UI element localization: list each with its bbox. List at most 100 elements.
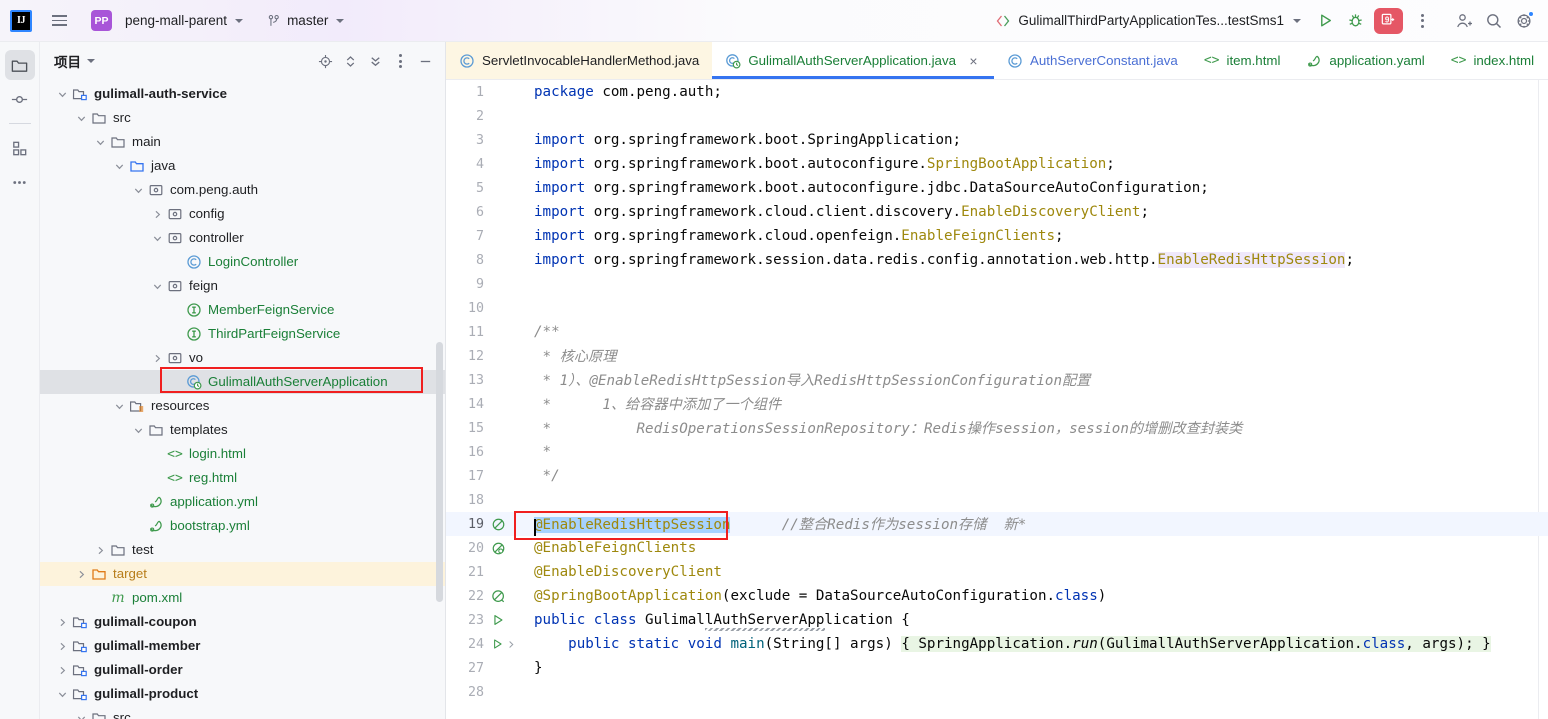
gutter-line-28[interactable]: 28 [446, 680, 520, 704]
gutter-line-11[interactable]: 11 [446, 320, 520, 344]
chevron-down-icon[interactable] [133, 425, 144, 436]
chevron-right-icon[interactable] [152, 209, 163, 220]
tree-twisty[interactable] [130, 425, 147, 436]
gutter-icon-slot[interactable] [486, 589, 516, 604]
code-line-19[interactable]: @EnableRedisHttpSession //整合Redis作为sessi… [520, 512, 1548, 536]
search-button[interactable] [1480, 7, 1508, 35]
code-line-7[interactable]: import org.springframework.cloud.openfei… [520, 224, 1548, 248]
chevron-down-icon[interactable] [87, 59, 95, 63]
chevron-down-icon[interactable] [76, 113, 87, 124]
sidebar-item-more[interactable] [5, 167, 35, 197]
tree-item-login-html[interactable]: <> login.html [40, 442, 445, 466]
code-line-17[interactable]: */ [520, 464, 1548, 488]
gutter-line-21[interactable]: 21 [446, 560, 520, 584]
editor-tab-index-html[interactable]: <> index.html [1438, 42, 1547, 79]
code-line-15[interactable]: * RedisOperationsSessionRepository：Redis… [520, 416, 1548, 440]
code-line-14[interactable]: * 1、给容器中添加了一个组件 [520, 392, 1548, 416]
chevron-down-icon[interactable] [76, 713, 87, 719]
gutter-line-8[interactable]: 8 [446, 248, 520, 272]
spring-boot-bean-icon[interactable] [491, 589, 506, 604]
locate-file-button[interactable] [313, 49, 337, 73]
editor-tab-authserverconstant-java[interactable]: AuthServerConstant.java [994, 42, 1191, 79]
tree-item-controller[interactable]: controller [40, 226, 445, 250]
tree-item-java[interactable]: java [40, 154, 445, 178]
gutter-line-27[interactable]: 27 [446, 656, 520, 680]
code-line-11[interactable]: /** [520, 320, 1548, 344]
editor-tab-gulimallauthserverapplication-java[interactable]: GulimallAuthServerApplication.java × [712, 42, 994, 79]
code-line-27[interactable]: } [520, 656, 1548, 680]
tree-twisty[interactable] [73, 113, 90, 124]
tree-twisty[interactable] [54, 89, 71, 100]
project-selector[interactable]: PP peng-mall-parent [84, 8, 250, 34]
collapse-all-button[interactable] [363, 49, 387, 73]
chevron-down-icon[interactable] [133, 185, 144, 196]
tree-twisty[interactable] [73, 713, 90, 719]
more-options-button[interactable] [1408, 7, 1436, 35]
tree-twisty[interactable] [149, 353, 166, 364]
editor-tab-servletinvocablehandlermethod-java[interactable]: ServletInvocableHandlerMethod.java [446, 42, 713, 79]
code-line-24[interactable]: public static void main(String[] args) {… [520, 632, 1548, 656]
hamburger-menu-icon[interactable] [46, 8, 72, 34]
chevron-down-icon[interactable] [114, 161, 125, 172]
gutter-line-5[interactable]: 5 [446, 176, 520, 200]
gutter-line-9[interactable]: 9 [446, 272, 520, 296]
gutter-line-10[interactable]: 10 [446, 296, 520, 320]
spring-bean-icon[interactable] [491, 517, 506, 532]
chevron-right-icon[interactable] [76, 569, 87, 580]
code-line-5[interactable]: import org.springframework.boot.autoconf… [520, 176, 1548, 200]
code-line-20[interactable]: @EnableFeignClients [520, 536, 1548, 560]
hide-panel-button[interactable] [413, 49, 437, 73]
tree-twisty[interactable] [149, 209, 166, 220]
tree-item-com-peng-auth[interactable]: com.peng.auth [40, 178, 445, 202]
code-line-16[interactable]: * [520, 440, 1548, 464]
tree-twisty[interactable] [149, 281, 166, 292]
code-line-22[interactable]: @SpringBootApplication(exclude = DataSou… [520, 584, 1548, 608]
run-button[interactable] [1311, 7, 1339, 35]
tree-item-thirdpartfeignservice[interactable]: ThirdPartFeignService [40, 322, 445, 346]
spring-bean-query-icon[interactable] [491, 541, 506, 556]
tree-item-pom-xml[interactable]: m pom.xml [40, 586, 445, 610]
sidebar-item-project[interactable] [4, 50, 35, 80]
gutter-icon-slot[interactable] [486, 541, 516, 556]
tree-twisty[interactable] [54, 641, 71, 652]
settings-button[interactable] [1510, 7, 1538, 35]
gutter-line-17[interactable]: 17 [446, 464, 520, 488]
tree-twisty[interactable] [54, 689, 71, 700]
chevron-right-icon[interactable] [95, 545, 106, 556]
code-line-4[interactable]: import org.springframework.boot.autoconf… [520, 152, 1548, 176]
debug-button[interactable] [1341, 7, 1369, 35]
gutter-line-13[interactable]: 13 [446, 368, 520, 392]
chevron-down-icon[interactable] [152, 233, 163, 244]
code-editor[interactable]: 1 2 3 4 5 6 7 8 9 10 11 12 13 14 15 16 17 18 19 20 21 22 23 24 2… [446, 80, 1548, 719]
fold-expand-icon[interactable] [506, 639, 516, 650]
tree-item-gulimall-coupon[interactable]: gulimall-coupon [40, 610, 445, 634]
add-account-button[interactable] [1450, 7, 1478, 35]
tree-twisty[interactable] [54, 617, 71, 628]
tree-item-vo[interactable]: vo [40, 346, 445, 370]
run-gutter-icon[interactable] [491, 613, 505, 627]
tree-twisty[interactable] [111, 401, 128, 412]
gutter-line-22[interactable]: 22 [446, 584, 520, 608]
tree-item-src[interactable]: src [40, 106, 445, 130]
code-line-9[interactable] [520, 272, 1548, 296]
gutter-line-3[interactable]: 3 [446, 128, 520, 152]
tree-item-gulimall-order[interactable]: gulimall-order [40, 658, 445, 682]
tree-twisty[interactable] [92, 137, 109, 148]
tree-item-feign[interactable]: feign [40, 274, 445, 298]
code-line-13[interactable]: * 1）、@EnableRedisHttpSession导入RedisHttpS… [520, 368, 1548, 392]
editor-tab-item-html[interactable]: <> item.html [1191, 42, 1294, 79]
gutter-icon-slot[interactable] [486, 517, 516, 532]
tree-item-gulimall-auth-service[interactable]: gulimall-auth-service [40, 82, 445, 106]
tree-item-config[interactable]: config [40, 202, 445, 226]
gutter-icon-slot[interactable] [486, 637, 516, 651]
code-line-1[interactable]: package com.peng.auth; [520, 80, 1548, 104]
tree-item-test[interactable]: test [40, 538, 445, 562]
code-line-2[interactable] [520, 104, 1548, 128]
gutter-icon-slot[interactable] [486, 613, 516, 627]
tree-item-templates[interactable]: templates [40, 418, 445, 442]
chevron-right-icon[interactable] [57, 665, 68, 676]
sidebar-item-structure[interactable] [5, 133, 35, 163]
chevron-down-icon[interactable] [152, 281, 163, 292]
gutter-line-1[interactable]: 1 [446, 80, 520, 104]
gutter-line-24[interactable]: 24 [446, 632, 520, 656]
